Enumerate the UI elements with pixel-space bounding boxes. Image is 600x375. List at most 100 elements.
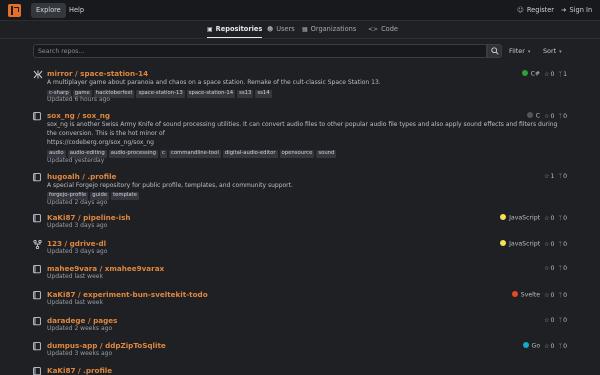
stars-count[interactable]: ☆0: [544, 292, 554, 299]
forgejo-logo-icon[interactable]: [8, 4, 21, 17]
star-icon: ☆: [544, 291, 550, 299]
sort-dropdown[interactable]: Sort ▾: [543, 44, 562, 58]
repo-name[interactable]: .profile: [87, 172, 116, 181]
signin-link[interactable]: ➜ Sign In: [561, 3, 592, 18]
repo-name[interactable]: pages: [93, 316, 117, 325]
repo-name[interactable]: gdrive-dl: [70, 239, 106, 248]
repo-full-name[interactable]: KaKi87 / pipeline-ish: [47, 213, 131, 222]
repo-full-name[interactable]: daradege / pages: [47, 316, 117, 325]
search-input[interactable]: [33, 44, 487, 58]
topic-tag[interactable]: template: [111, 192, 139, 200]
forks-count[interactable]: ᛉ1: [558, 71, 567, 78]
topic-tag[interactable]: c: [159, 150, 167, 158]
stars-value: 0: [550, 240, 555, 248]
tab-organizations[interactable]: ▦ Organizations: [302, 21, 356, 38]
repo-description-link[interactable]: https://codeberg.org/sox_ng/sox_ng: [47, 139, 567, 148]
repo-owner[interactable]: mirror: [47, 69, 73, 78]
repo-owner[interactable]: KaKi87: [47, 213, 75, 222]
language-color-dot: [500, 214, 507, 220]
star-icon: ☆: [544, 240, 550, 248]
stars-count[interactable]: ☆0: [544, 215, 554, 222]
forks-count[interactable]: ᛉ0: [558, 215, 567, 222]
language-color-dot: [511, 291, 518, 297]
nav-help[interactable]: Help: [64, 3, 89, 18]
fork-icon: ᛉ: [558, 342, 563, 350]
repo-full-name[interactable]: mirror / space-station-14: [47, 69, 148, 78]
forks-value: 0: [563, 291, 567, 299]
repo-name[interactable]: ddpZipToSqlite: [105, 341, 166, 350]
topic-tag[interactable]: commandline-tool: [168, 150, 221, 158]
repo-updated: Updated yesterday: [47, 157, 105, 164]
forks-value: 0: [563, 240, 567, 248]
repo-language: Go: [531, 342, 541, 350]
repo-language: JavaScript: [509, 214, 541, 222]
forks-count[interactable]: ᛉ0: [558, 265, 567, 272]
forks-count[interactable]: ᛉ0: [558, 317, 567, 324]
explore-tabs: ▣ Repositories ☻ Users ▦ Organizations <> Co…: [0, 21, 600, 39]
topic-tag[interactable]: ss14: [255, 90, 272, 98]
repo-owner[interactable]: mahee9vara: [47, 264, 97, 273]
tab-users[interactable]: ☻ Users: [267, 21, 295, 38]
repo-name[interactable]: pipeline-ish: [83, 213, 130, 222]
forks-count[interactable]: ᛉ0: [558, 113, 567, 120]
forks-count[interactable]: ᛉ0: [558, 173, 567, 180]
repo-owner[interactable]: sox_ng: [47, 111, 75, 120]
topic-tag[interactable]: space-station-13: [136, 90, 185, 98]
stars-count[interactable]: ☆0: [544, 113, 554, 120]
repo-name[interactable]: sox_ng: [82, 111, 110, 120]
repo-full-name[interactable]: KaKi87 / .profile: [47, 366, 112, 375]
star-icon: ☆: [544, 342, 550, 350]
repo-owner[interactable]: KaKi87: [47, 290, 75, 299]
search-button[interactable]: [487, 44, 502, 58]
repo-owner[interactable]: hugoalh: [47, 172, 80, 181]
topic-tag[interactable]: audio-processing: [108, 150, 158, 158]
repo-owner[interactable]: dumpus-app: [47, 341, 97, 350]
tab-code[interactable]: <> Code: [368, 21, 398, 38]
topic-tag[interactable]: opensource: [279, 150, 315, 158]
repo-name-separator: /: [85, 316, 94, 325]
repo-owner[interactable]: KaKi87: [47, 366, 75, 375]
star-icon: ☆: [544, 112, 550, 120]
search-icon: [491, 47, 499, 55]
topic-tag[interactable]: sound: [316, 150, 337, 158]
fork-icon: ᛉ: [558, 112, 563, 120]
stars-count[interactable]: ☆0: [544, 71, 554, 78]
topic-tag[interactable]: digital-audio-editor: [222, 150, 278, 158]
repo-name[interactable]: .profile: [83, 366, 112, 375]
repo-icon: ▣: [207, 26, 213, 33]
code-icon: <>: [368, 26, 379, 33]
repo-full-name[interactable]: 123 / gdrive-dl: [47, 239, 106, 248]
repo-full-name[interactable]: sox_ng / sox_ng: [47, 111, 110, 120]
star-icon: ☆: [544, 265, 550, 272]
forks-count[interactable]: ᛉ0: [558, 292, 567, 299]
filter-dropdown[interactable]: Filter ▾: [509, 44, 530, 58]
repo-full-name[interactable]: hugoalh / .profile: [47, 172, 116, 181]
stars-count[interactable]: ☆1: [544, 173, 554, 180]
stars-count[interactable]: ☆0: [544, 265, 554, 272]
repo-name[interactable]: experiment-bun-sveltekit-todo: [83, 290, 208, 299]
forks-count[interactable]: ᛉ0: [558, 343, 567, 350]
top-navbar: Explore Help ☺ Register ➜ Sign In: [0, 0, 600, 21]
stars-count[interactable]: ☆0: [544, 343, 554, 350]
star-icon: ☆: [544, 214, 550, 222]
repo-meta: Go ☆0 ᛉ0: [522, 342, 567, 350]
repo-owner[interactable]: daradege: [47, 316, 85, 325]
repo-full-name[interactable]: KaKi87 / experiment-bun-sveltekit-todo: [47, 290, 208, 299]
stars-count[interactable]: ☆0: [544, 241, 554, 248]
repo-full-name[interactable]: mahee9vara / xmahee9varax: [47, 264, 164, 273]
topic-tag[interactable]: ss13: [237, 90, 254, 98]
stars-count[interactable]: ☆0: [544, 317, 554, 324]
tab-repositories[interactable]: ▣ Repositories: [207, 21, 263, 38]
repo-icon: [33, 317, 42, 326]
topic-tag[interactable]: space-station-14: [186, 90, 236, 98]
nav-explore[interactable]: Explore: [31, 3, 66, 18]
stars-value: 0: [550, 317, 555, 324]
forks-count[interactable]: ᛉ0: [558, 241, 567, 248]
repo-name[interactable]: xmahee9varax: [105, 264, 164, 273]
repo-meta: JavaScript ☆0 ᛉ0: [500, 214, 567, 222]
language-color-dot: [500, 240, 507, 246]
repo-full-name[interactable]: dumpus-app / ddpZipToSqlite: [47, 341, 166, 350]
register-link[interactable]: ☺ Register: [517, 3, 554, 18]
repo-owner[interactable]: 123: [47, 239, 62, 248]
repo-name[interactable]: space-station-14: [80, 69, 148, 78]
